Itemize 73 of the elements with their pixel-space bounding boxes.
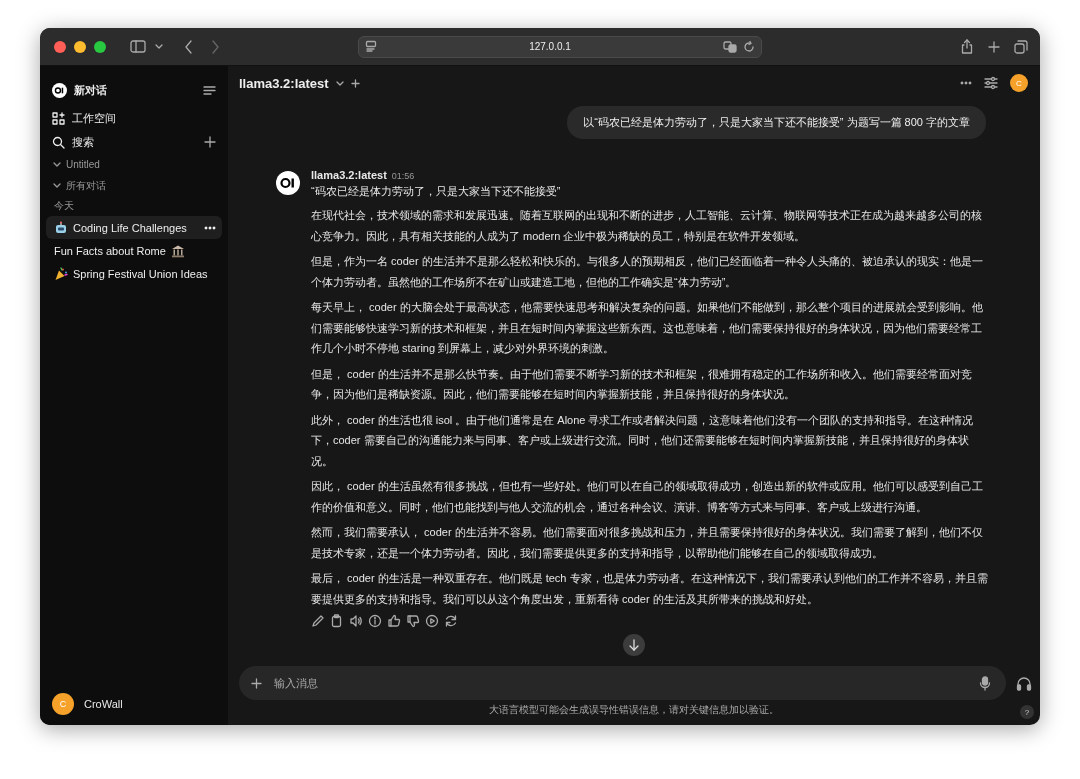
back-icon[interactable]	[184, 39, 193, 54]
translate-icon[interactable]	[723, 40, 737, 53]
info-icon[interactable]	[368, 614, 382, 628]
minimize-button[interactable]	[74, 40, 86, 53]
close-button[interactable]	[54, 40, 66, 53]
timestamp: 01:56	[391, 171, 415, 181]
user-name[interactable]: CroWall	[84, 698, 123, 710]
more-icon[interactable]	[960, 80, 972, 86]
plus-icon[interactable]	[204, 136, 216, 148]
address-bar[interactable]: 127.0.0.1	[358, 35, 762, 58]
response-paragraph: 然而，我们需要承认， coder 的生活并不容易。他们需要面对很多挑战和压力，并且需要保持很好的身体状况。我们需要了解到，他们不仅是技术专家，还是一个体力劳动者。因此，我们需要提供更多的支持和指导，以帮助他们能够在自己的领域取得成功。	[311, 525, 984, 561]
response-paragraph: 每天早上， coder 的大脑会处于最高状态，他需要快速思考和解决复杂的问题。如果他们不能做到，那么整个项目的进展就会受到影响。他们需要能够快速学习新的技术和框架，并且在短时间内掌握这些新东西。这也意味着，他们需要保持很好的身体状况，因为他们需要经常工作几个小时不停地 staring 到屏幕上，减少对外界环境的刺激。	[311, 300, 984, 356]
new-tab-icon[interactable]	[988, 40, 1000, 53]
temple-icon	[170, 243, 185, 258]
folder-label[interactable]: Untitled	[66, 159, 100, 170]
speaker-icon[interactable]	[349, 614, 363, 628]
page-icon[interactable]	[365, 40, 377, 53]
model-selector[interactable]: llama3.2:latest	[239, 75, 329, 91]
sidebar-toggle-icon[interactable]	[130, 39, 146, 54]
url-text: 127.0.0.1	[528, 41, 572, 52]
chat-item[interactable]: Fun Facts about Rome	[46, 239, 222, 262]
settings-icon[interactable]	[984, 76, 998, 90]
microphone-icon[interactable]	[978, 675, 992, 691]
menu-icon[interactable]	[203, 84, 216, 96]
forward-icon[interactable]	[211, 39, 220, 54]
reload-icon[interactable]	[743, 40, 755, 53]
chat-item[interactable]: Coding Life Challenges	[46, 216, 222, 239]
share-icon[interactable]	[960, 39, 974, 54]
search-icon[interactable]	[52, 135, 65, 149]
search-link[interactable]: 搜索	[72, 134, 197, 150]
folder-label[interactable]: 所有对话	[66, 178, 106, 193]
new-chat-link[interactable]: 新对话	[74, 82, 196, 98]
play-icon[interactable]	[425, 614, 439, 628]
robot-icon	[54, 220, 68, 235]
chevron-down-icon[interactable]	[52, 181, 62, 190]
response-paragraph: 在现代社会，技术领域的需求和发展迅速。随着互联网的出现和不断的进步，人工智能、云计算、物联网等技术正在成为越来越多公司的核心竞争力。因此，具有相关技能的人成为了 modern 企业中极为稀缺的员工，特别是在软件开发领域。	[311, 208, 983, 244]
chat-item[interactable]: Spring Festival Union Ideas	[46, 262, 222, 285]
assistant-avatar	[276, 171, 300, 195]
message-input[interactable]: 输入消息	[272, 676, 968, 690]
chat-title: Coding Life Challenges	[73, 221, 187, 234]
thumbs-up-icon[interactable]	[387, 614, 401, 628]
chat-title: Fun Facts about Rome	[54, 244, 166, 257]
model-name: llama3.2:latest	[311, 169, 387, 181]
plus-icon[interactable]	[350, 78, 360, 88]
regenerate-icon[interactable]	[444, 614, 458, 628]
arrow-down-icon	[628, 639, 640, 651]
headphones-icon[interactable]	[1016, 675, 1032, 691]
response-title: “码农已经是体力劳动了，只是大家当下还不能接受”	[311, 184, 562, 199]
response-paragraph: 但是，作为一名 coder 的生活并不是那么轻松和快乐的。与很多人的预期相反，他们已经面临着一种令人头痛的、被迫承认的现实：他是一个体力劳动者。虽然他的工作场所不在矿山或建造工地，但他的工作确实是“体力劳动”。	[311, 254, 984, 290]
chevron-down-icon[interactable]	[154, 42, 164, 51]
more-icon[interactable]	[204, 224, 216, 231]
chevron-down-icon[interactable]	[52, 160, 62, 169]
zoom-button[interactable]	[94, 40, 106, 53]
thumbs-down-icon[interactable]	[406, 614, 420, 628]
chat-title: Spring Festival Union Ideas	[73, 267, 208, 280]
grid-icon[interactable]	[52, 111, 65, 125]
copy-icon[interactable]	[330, 614, 344, 628]
response-paragraph: 此外， coder 的生活也很 isol 。由于他们通常是在 Alone 寻求工作或者解决问题，这意味着他们没有一个团队的支持和指导。在这种情况下，coder 需要自己的沟通能力来与同事、客户或上级进行交流。同时，他们还需要能够在短时间内掌握新技能，并且保持很好的身体状况。	[311, 412, 975, 469]
user-message: 以“码农已经是体力劳动了，只是大家当下还不能接受” 为题写一篇 800 字的文章	[567, 106, 986, 139]
section-label: 今天	[53, 199, 75, 213]
response-paragraph: 因此， coder 的生活虽然有很多挑战，但也有一些好处。他们可以在自己的领域取得成功，创造出新的软件或应用。他们可以感受到自己工作的价值和意义。同时，他们也能找到与他人交流的机会，通过各种会议、演讲、博客等方式来与同事、客户或上级进行沟通。	[311, 479, 984, 515]
scroll-down-button[interactable]	[623, 634, 645, 656]
disclaimer-text: 大语言模型可能会生成误导性错误信息，请对关键信息加以验证。	[489, 703, 779, 717]
logo-icon	[52, 82, 67, 98]
response-paragraph: 但是， coder 的生活并不是那么快节奏。由于他们需要不断学习新的技术和框架，很难拥有稳定的工作场所和收入。他们需要经常面对竞争，因为他们是稀缺资源。因此，他们需要能够在短时间内掌握新技能，并且保持很好的身体状况。	[311, 366, 973, 402]
tabs-icon[interactable]	[1014, 39, 1028, 54]
help-button[interactable]: ?	[1020, 705, 1034, 719]
edit-icon[interactable]	[311, 614, 325, 628]
workspace-link[interactable]: 工作空间	[72, 110, 216, 126]
response-paragraph: 最后， coder 的生活是一种双重存在。他们既是 tech 专家，也是体力劳动者。在这种情况下，我们需要承认到他们的工作并不容易，并且需要提供更多的支持和指导。我们可以从这个角度出发，重新看待 coder 的生活及其所带来的挑战和好处。	[311, 571, 988, 607]
party-popper-icon	[54, 266, 68, 281]
plus-icon[interactable]	[251, 677, 262, 689]
message-field[interactable]: 输入消息	[239, 666, 1006, 700]
